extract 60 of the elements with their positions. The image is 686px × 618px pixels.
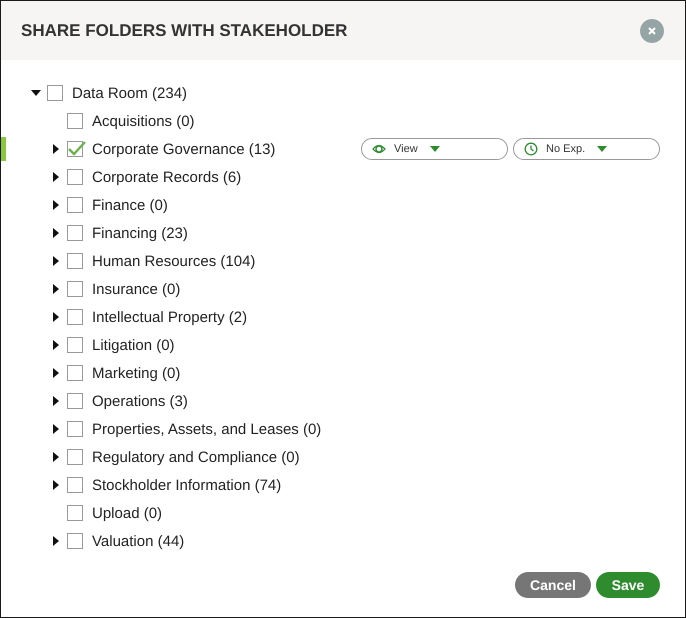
expand-caret-icon[interactable] [51,424,61,434]
checkbox[interactable] [67,253,83,269]
collapse-caret-icon[interactable] [31,88,41,98]
dropdown[interactable]: View [361,138,508,160]
expand-caret-icon[interactable] [51,228,61,238]
expand-caret-icon[interactable] [51,536,61,546]
folder-label[interactable]: Properties, Assets, and Leases (0) [92,420,322,438]
checkbox[interactable] [67,281,83,297]
folder-label[interactable]: Litigation (0) [92,336,175,354]
folder-label[interactable]: Valuation (44) [92,532,184,550]
checkbox[interactable] [67,309,83,325]
dropdown[interactable]: No Exp. [513,138,660,160]
folder-label[interactable]: Operations (3) [92,392,188,410]
checkbox[interactable] [67,225,83,241]
checkbox[interactable] [67,113,83,129]
checkbox[interactable] [67,449,83,465]
expand-caret-icon[interactable] [51,452,61,462]
caret-icon [430,146,440,152]
expand-caret-icon[interactable] [51,144,61,154]
expand-caret-icon[interactable] [51,368,61,378]
folder-label[interactable]: Data Room (234) [72,84,188,102]
checkbox[interactable] [47,85,63,101]
checkbox[interactable] [67,197,83,213]
caret-icon [597,146,608,152]
checkbox[interactable] [67,365,83,381]
dialog-title: SHARE FOLDERS WITH STAKEHOLDER [21,20,348,40]
cancel-button[interactable]: Cancel [515,572,591,598]
folder-label[interactable]: Upload (0) [92,504,162,522]
checkbox[interactable] [67,337,83,353]
folder-label[interactable]: Acquisitions (0) [92,112,195,130]
expand-caret-icon[interactable] [51,172,61,182]
close-icon [647,26,657,36]
save-button[interactable]: Save [596,572,660,598]
close-button[interactable] [640,18,664,42]
expand-caret-icon[interactable] [51,396,61,406]
folder-label[interactable]: Marketing (0) [92,364,180,382]
clock-icon [524,142,538,156]
checkbox[interactable] [67,141,83,157]
folder-label[interactable]: Corporate Records (6) [92,168,242,186]
checkbox[interactable] [67,393,83,409]
checkbox[interactable] [67,533,83,549]
expand-caret-icon[interactable] [51,200,61,210]
folder-label[interactable]: Insurance (0) [92,280,180,298]
eye-icon [372,142,386,156]
checkbox[interactable] [67,477,83,493]
folder-label[interactable]: Financing (23) [92,224,188,242]
folder-label[interactable]: Human Resources (104) [92,252,256,270]
folder-label[interactable]: Regulatory and Compliance (0) [92,448,300,466]
expand-caret-icon[interactable] [51,284,61,294]
expand-caret-icon[interactable] [51,340,61,350]
expand-caret-icon[interactable] [51,256,61,266]
checkbox[interactable] [67,421,83,437]
folder-label[interactable]: Corporate Governance (13) [92,140,276,158]
expand-caret-icon[interactable] [51,480,61,490]
folder-label[interactable]: Stockholder Information (74) [92,476,282,494]
folder-label[interactable]: Intellectual Property (2) [92,308,248,326]
expand-caret-icon[interactable] [51,312,61,322]
checkbox[interactable] [67,505,83,521]
folder-label[interactable]: Finance (0) [92,196,168,214]
checkbox[interactable] [67,169,83,185]
